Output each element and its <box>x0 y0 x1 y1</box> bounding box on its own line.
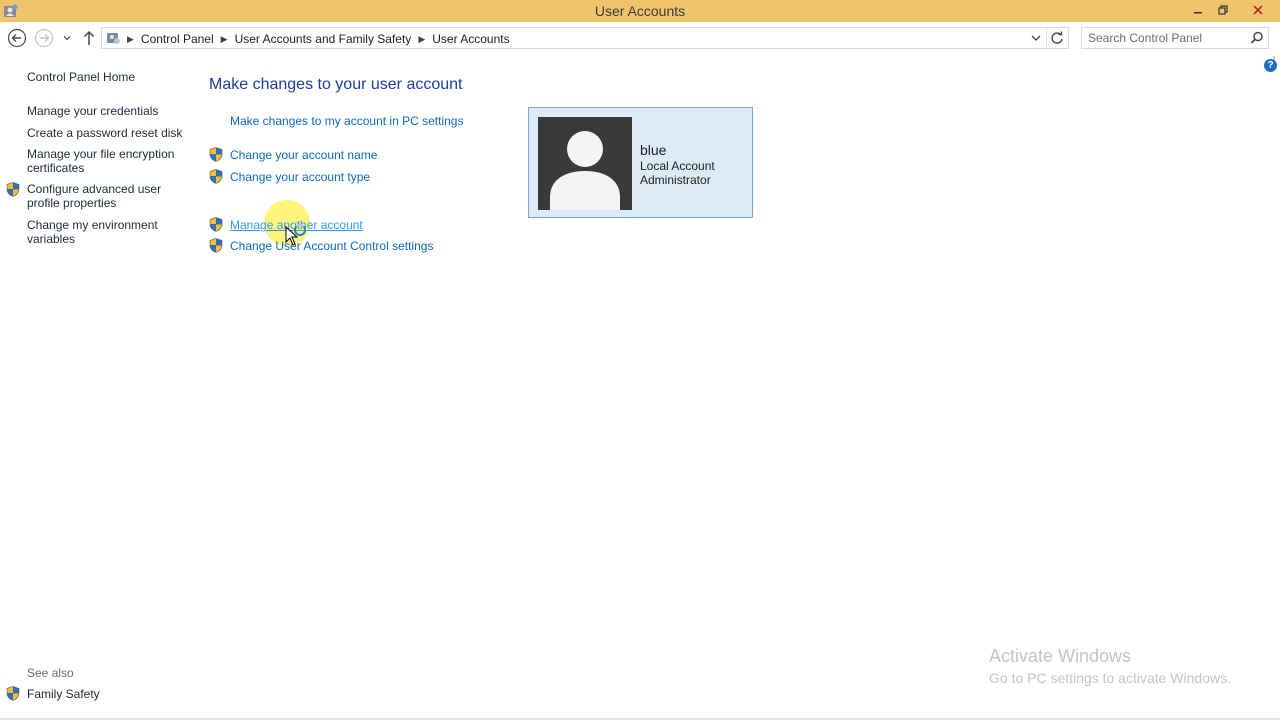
user-silhouette-icon <box>550 131 620 210</box>
account-name: blue <box>640 142 667 158</box>
breadcrumb-control-panel[interactable]: Control Panel <box>141 32 214 46</box>
busy-spinner-icon <box>294 224 306 236</box>
uac-shield-icon <box>209 169 223 184</box>
uac-settings-link[interactable]: Change User Account Control settings <box>230 239 433 253</box>
search-input[interactable] <box>1082 28 1254 48</box>
close-icon <box>1253 5 1263 15</box>
activate-windows-subtitle: Go to PC settings to activate Windows. <box>989 670 1231 686</box>
uac-shield-icon <box>6 182 20 197</box>
help-icon[interactable]: ? <box>1264 59 1277 72</box>
breadcrumb-separator-icon: ▶ <box>127 33 134 44</box>
minimize-icon <box>1194 12 1202 14</box>
address-bar[interactable]: ▶ Control Panel ▶ User Accounts and Fami… <box>101 27 1069 49</box>
password-reset-disk-link[interactable]: Create a password reset disk <box>27 126 187 140</box>
address-dropdown-icon[interactable] <box>1029 31 1043 45</box>
address-divider <box>1046 28 1047 48</box>
environment-variables-link[interactable]: Change my environment variables <box>27 218 177 246</box>
search-box[interactable] <box>1081 27 1269 49</box>
restore-icon <box>1218 5 1228 15</box>
account-tile[interactable]: blue Local Account Administrator <box>528 107 753 218</box>
chevron-down-icon <box>63 36 71 41</box>
page-title: Make changes to your user account <box>209 76 463 93</box>
activate-windows-title: Activate Windows <box>989 646 1132 666</box>
file-encryption-certificates-link[interactable]: Manage your file encryption certificates <box>27 147 177 175</box>
forward-button[interactable] <box>34 28 54 48</box>
pc-settings-link[interactable]: Make changes to my account in PC setting… <box>230 114 463 128</box>
navigation-bar: ▶ Control Panel ▶ User Accounts and Fami… <box>0 22 1280 68</box>
uac-shield-icon <box>6 686 20 701</box>
uac-shield-icon <box>209 147 223 162</box>
avatar <box>538 117 632 210</box>
up-button[interactable] <box>79 28 99 48</box>
breadcrumb-user-accounts[interactable]: User Accounts <box>432 32 509 46</box>
close-button[interactable] <box>1236 0 1280 20</box>
recent-locations-button[interactable] <box>60 28 74 48</box>
family-safety-link[interactable]: Family Safety <box>27 687 100 701</box>
account-role: Administrator <box>640 173 711 187</box>
control-panel-home-link[interactable]: Control Panel Home <box>27 70 135 84</box>
forward-arrow-icon <box>34 28 54 48</box>
change-account-name-link[interactable]: Change your account name <box>230 148 377 162</box>
window-title: User Accounts <box>594 3 686 19</box>
search-icon[interactable] <box>1250 31 1264 45</box>
manage-credentials-link[interactable]: Manage your credentials <box>27 104 187 118</box>
control-panel-icon <box>107 33 120 44</box>
breadcrumb: ▶ Control Panel ▶ User Accounts and Fami… <box>106 31 510 47</box>
uac-shield-icon <box>209 238 223 253</box>
back-arrow-icon <box>7 28 27 48</box>
breadcrumb-separator-icon[interactable]: ▶ <box>221 34 228 45</box>
change-account-type-link[interactable]: Change your account type <box>230 170 370 184</box>
restore-button[interactable] <box>1211 0 1235 20</box>
account-type: Local Account <box>640 159 715 173</box>
see-also-heading: See also <box>27 666 74 680</box>
minimize-button[interactable] <box>1186 0 1210 20</box>
advanced-user-profile-link[interactable]: Configure advanced user profile properti… <box>27 182 177 210</box>
up-arrow-icon <box>83 30 95 45</box>
uac-shield-icon <box>209 217 223 232</box>
title-bar: User Accounts <box>0 0 1280 22</box>
breadcrumb-separator-icon[interactable]: ▶ <box>418 34 425 45</box>
breadcrumb-user-accounts-family-safety[interactable]: User Accounts and Family Safety <box>235 32 412 46</box>
back-button[interactable] <box>7 28 27 48</box>
refresh-icon[interactable] <box>1049 30 1065 46</box>
